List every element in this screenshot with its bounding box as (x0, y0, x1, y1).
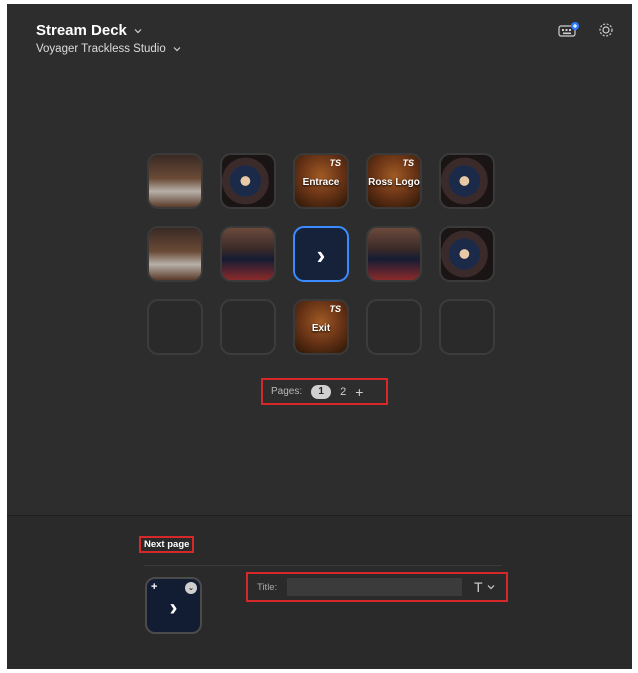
empty-key[interactable] (147, 299, 203, 355)
title-field-row: Title: T (246, 572, 508, 602)
chevron-down-icon[interactable]: ⌄ (185, 582, 197, 594)
image-key-presenter-woman-standing[interactable] (439, 226, 495, 282)
action-name: Next page (139, 536, 195, 553)
key-label: Entrace (302, 177, 340, 188)
device-selector[interactable]: Stream Deck (36, 22, 182, 39)
header: Stream Deck Voyager Trackless Studio (36, 22, 182, 55)
ts-badge: TS (329, 158, 341, 168)
profile-name: Voyager Trackless Studio (36, 43, 166, 55)
chevron-right-icon: › (316, 240, 326, 270)
stream-deck-app: Stream Deck Voyager Trackless Studio TS E… (7, 4, 632, 669)
image-key-studio-voyager-desk[interactable] (366, 226, 422, 282)
title-input[interactable] (287, 578, 462, 596)
image-key-studio-set-voyager-logo[interactable] (147, 153, 203, 209)
ts-key[interactable]: TS Entrace (293, 153, 349, 209)
store-keyboard-icon[interactable] (558, 22, 580, 38)
chevron-down-icon (173, 47, 181, 52)
profile-selector[interactable]: Voyager Trackless Studio (36, 43, 182, 55)
text-icon: T (474, 579, 483, 595)
page-2-button[interactable]: 2 (340, 386, 346, 398)
key-label: Exit (311, 323, 331, 334)
image-key-studio-voyager-desk[interactable] (220, 226, 276, 282)
page-1-button[interactable]: 1 (311, 384, 332, 399)
plus-icon[interactable]: + (151, 581, 157, 593)
page-selector: Pages: 1 2 + (261, 378, 388, 405)
chevron-down-icon (134, 28, 142, 33)
ts-key[interactable]: TS Ross Logo (366, 153, 422, 209)
ts-badge: TS (329, 304, 341, 314)
chevron-down-icon (487, 585, 494, 590)
empty-key[interactable] (220, 299, 276, 355)
add-page-button[interactable]: + (355, 384, 363, 400)
next-page-key[interactable]: › (293, 226, 349, 282)
ts-badge: TS (402, 158, 414, 168)
image-key-presenter-woman-voyager[interactable] (220, 153, 276, 209)
separator (144, 565, 502, 566)
pages-label: Pages: (271, 386, 303, 397)
text-style-button[interactable]: T (474, 579, 496, 595)
ts-key[interactable]: TS Exit (293, 299, 349, 355)
key-label: Ross Logo (368, 177, 420, 188)
device-title: Stream Deck (36, 22, 127, 39)
key-preview[interactable]: + ⌄ › (145, 577, 202, 634)
empty-key[interactable] (439, 299, 495, 355)
top-icons (558, 22, 614, 38)
image-key-presenter-woman-red[interactable] (439, 153, 495, 209)
image-key-studio-set-voyager-logo[interactable] (147, 226, 203, 282)
gear-icon[interactable] (598, 22, 614, 38)
empty-key[interactable] (366, 299, 422, 355)
chevron-right-icon: › (169, 594, 178, 621)
title-label: Title: (257, 581, 278, 593)
